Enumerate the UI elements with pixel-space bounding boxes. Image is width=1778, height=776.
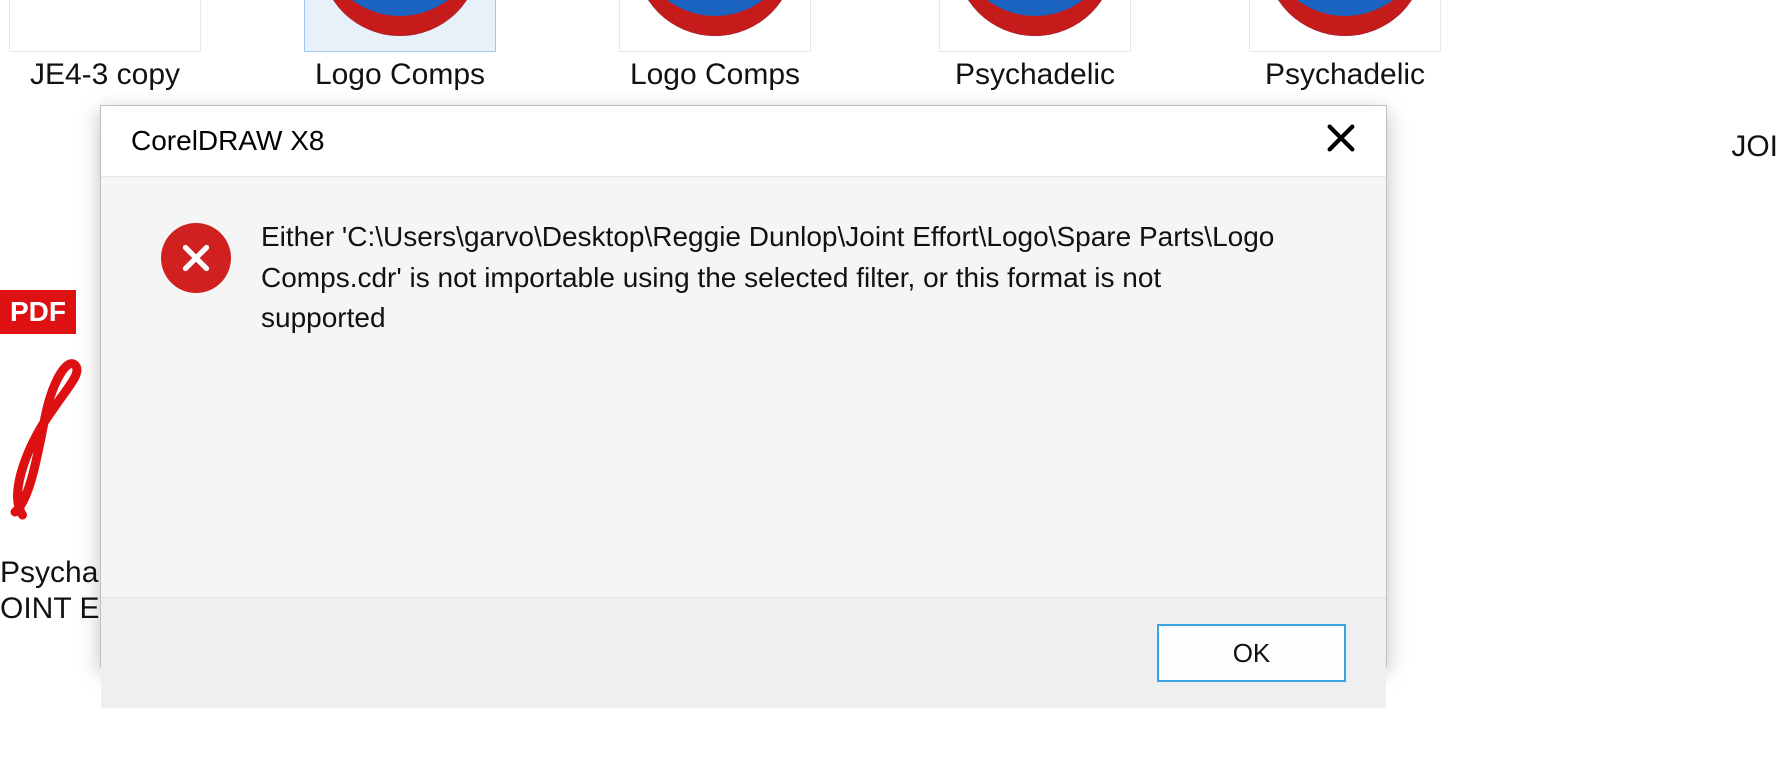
file-thumb-label: Psycha OINT EI xyxy=(0,555,108,627)
error-dialog: CorelDRAW X8 Either 'C:\Users\garvo\Desk… xyxy=(100,105,1387,667)
dialog-message: Either 'C:\Users\garvo\Desktop\Reggie Du… xyxy=(261,217,1281,597)
pdf-badge: PDF xyxy=(0,290,76,334)
dialog-footer: OK xyxy=(101,597,1386,708)
dialog-body: Either 'C:\Users\garvo\Desktop\Reggie Du… xyxy=(101,176,1386,597)
ok-button[interactable]: OK xyxy=(1157,624,1346,682)
close-icon[interactable] xyxy=(1316,121,1366,162)
logo-icon xyxy=(635,0,795,36)
file-thumb-label: Psychadelic xyxy=(1230,58,1460,92)
file-thumb[interactable]: Psychadelic xyxy=(920,0,1150,92)
adobe-pdf-icon xyxy=(0,340,90,540)
logo-icon xyxy=(955,0,1115,36)
file-thumb-label: Logo Comps xyxy=(600,58,830,92)
file-thumb[interactable]: Logo Comps xyxy=(285,0,515,92)
file-thumb-label: JE4-3 copy xyxy=(0,58,220,92)
logo-icon xyxy=(1265,0,1425,36)
file-thumb[interactable]: Logo Comps xyxy=(600,0,830,92)
logo-icon xyxy=(320,0,480,36)
file-thumb-label: Psychadelic xyxy=(920,58,1150,92)
error-icon xyxy=(161,223,231,293)
dialog-title: CorelDRAW X8 xyxy=(131,125,324,157)
file-thumb[interactable]: JE4-3 copy xyxy=(0,0,220,92)
file-thumb-label-cut: JOI xyxy=(1731,130,1778,164)
file-thumb[interactable]: Psychadelic xyxy=(1230,0,1460,92)
file-thumb-label: Logo Comps xyxy=(285,58,515,92)
dialog-titlebar[interactable]: CorelDRAW X8 xyxy=(101,106,1386,176)
